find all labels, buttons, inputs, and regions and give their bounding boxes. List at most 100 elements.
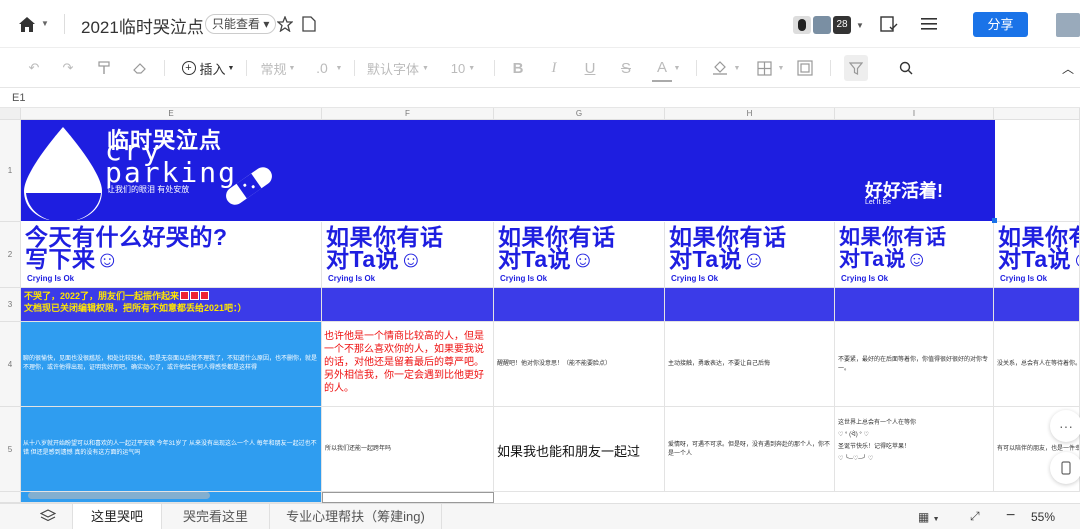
heading-line-2: 对Ta说☺ [839,248,928,271]
sheet-tab-3[interactable]: 专业心理帮扶（筹建ing) [270,504,442,529]
document-status-icon[interactable] [300,15,318,33]
column-header-f[interactable]: F [322,108,494,120]
insert-label: 插入 [199,61,226,77]
row-header-1[interactable]: 1 [0,120,21,222]
chevron-down-icon[interactable]: ▼ [672,48,682,88]
redo-icon[interactable]: ↷ [58,48,78,88]
more-options-button[interactable]: ··· [1050,410,1080,442]
collapse-toolbar-icon[interactable]: ︿ [1060,48,1076,88]
cell-h2[interactable]: 如果你有话 对Ta说☺ Crying Is Ok [665,222,835,288]
cell-f4[interactable]: 也许他是一个情商比较高的人，但是一个不那么喜欢你的人，如果要我说的话，对他还是留… [322,322,494,407]
chevron-down-icon[interactable]: ▼ [40,18,50,28]
cell-g5[interactable]: 如果我也能和朋友一起过 [494,407,665,492]
cell-h3[interactable] [665,288,835,322]
sheet-tab-2[interactable]: 哭完看这里 [162,504,270,529]
chevron-down-icon[interactable]: ▼ [776,48,786,88]
readonly-badge[interactable]: 只能查看 ▾ [205,14,277,34]
cell-e5[interactable]: 从十八岁就开始盼望可以和喜欢的人一起过平安夜 今年31岁了 从来没有出现这么一个… [21,407,322,492]
heading-subtitle: Crying Is Ok [27,274,75,283]
eraser-icon[interactable] [130,48,150,88]
column-header-g[interactable]: G [494,108,665,120]
row-header-6[interactable] [0,492,21,503]
row-header-5[interactable]: 5 [0,407,21,492]
cell-text: 聊的很愉快，见面也没很尴尬，相处比较轻松，但是无奈面以后就不理我了，不知道什么原… [23,356,318,371]
number-format-select[interactable]: 常规 ▼ [258,48,298,88]
row-header-2[interactable]: 2 [0,222,21,288]
heading-line-2: 对Ta说☺ [669,246,767,272]
italic-icon[interactable]: I [544,48,564,88]
avatar[interactable] [793,16,811,34]
fullscreen-icon[interactable]: ⤢ [970,509,986,525]
cell-i4[interactable]: 不要紧，最好的在后面等着你，你值得很好很好的对你专一。 [835,322,994,407]
cell-f2[interactable]: 如果你有话 对Ta说☺ Crying Is Ok [322,222,494,288]
selection-handle[interactable] [992,218,997,223]
cell-e4[interactable]: 聊的很愉快，见面也没很尴尬，相处比较轻松，但是无奈面以后就不理我了，不知道什么原… [21,322,322,407]
home-icon[interactable] [16,14,38,34]
undo-icon[interactable]: ↶ [24,48,44,88]
cell-g3[interactable] [494,288,665,322]
name-box[interactable]: E1 [0,88,1080,108]
column-header-j[interactable] [994,108,1080,120]
underline-icon[interactable]: U [580,48,600,88]
row-header-3[interactable]: 3 [0,288,21,322]
cell-f5[interactable]: 所以我们还能一起跨年吗 [322,407,494,492]
cell-g4[interactable]: 醒醒吧！他对你没意思！（能不能要脸点） [494,322,665,407]
star-icon[interactable] [276,15,294,33]
avatar[interactable] [813,16,831,34]
cell-j4[interactable]: 没关系，总会有人在等待着你。 [994,322,1080,407]
teardrop-icon [24,127,102,220]
menu-icon[interactable] [918,14,940,34]
strikethrough-icon[interactable]: S [616,48,636,88]
column-header-e[interactable]: E [21,108,322,120]
sheets-list-icon[interactable] [39,509,58,525]
share-button[interactable]: 分享 [973,12,1028,37]
divider [64,14,65,34]
cell-j2[interactable]: 如果你有话 对Ta说☺ Crying Is Ok [994,222,1080,288]
collaborator-count[interactable]: 28 [833,16,851,34]
cell-j1[interactable] [995,120,1080,222]
red-box-icon [180,291,190,300]
search-icon[interactable] [896,48,916,88]
spreadsheet-grid[interactable]: E F G H I 1 2 3 4 5 临时哭泣点 cry parking 让我… [0,108,1080,503]
column-header-h[interactable]: H [665,108,835,120]
chevron-down-icon[interactable]: ▼ [732,48,742,88]
zoom-out-icon[interactable]: − [1006,507,1018,525]
cell-j3[interactable] [994,288,1080,322]
fill-color-icon[interactable] [710,48,730,88]
text-color-icon[interactable]: A [652,54,672,82]
merge-cells-icon[interactable] [794,48,816,88]
border-icon[interactable] [754,48,774,88]
view-mode-icon[interactable]: ▦ ▼ [918,510,946,524]
filter-icon[interactable] [844,55,868,81]
document-title[interactable]: 2021临时哭泣点 [81,13,204,38]
horizontal-scrollbar[interactable] [28,492,210,499]
sheet-tab-1[interactable]: 这里哭吧 [72,504,162,529]
insert-button[interactable]: + 插入 ▼ [180,48,236,88]
font-size-select[interactable]: 10 ▼ [446,48,480,88]
task-icon[interactable] [878,14,900,34]
cell-g2[interactable]: 如果你有话 对Ta说☺ Crying Is Ok [494,222,665,288]
row-header-4[interactable]: 4 [0,322,21,407]
decimal-button[interactable]: .0 [310,48,334,88]
cell-i2[interactable]: 如果你有话 对Ta说☺ Crying Is Ok [835,222,994,288]
user-avatar[interactable] [1056,13,1080,37]
cell-h4[interactable]: 主动接触，勇敢表达，不要让自己后悔 [665,322,835,407]
cell-e3[interactable]: 不哭了，2022了，朋友们一起振作起来 文档现已关闭编辑权限，把所有不如意都丢给… [21,288,322,322]
cell-i3[interactable] [835,288,994,322]
red-box-icon [190,291,200,300]
mobile-view-button[interactable] [1050,452,1080,484]
chevron-down-icon[interactable]: ▼ [855,20,865,30]
chevron-down-icon[interactable]: ▼ [334,48,344,88]
column-header-i[interactable]: I [835,108,994,120]
select-all-corner[interactable] [0,108,21,120]
zoom-level[interactable]: 55% [1031,510,1055,524]
format-painter-icon[interactable] [94,48,114,88]
font-family-select[interactable]: 默认字体 ▼ [366,48,430,88]
cell-text: 主动接触，勇敢表达，不要让自己后悔 [668,361,771,367]
cell-f3[interactable] [322,288,494,322]
cell-e2[interactable]: 今天有什么好哭的? 写下来☺ Crying Is Ok [21,222,322,288]
cell-h5[interactable]: 爱情呀，可遇不可求。但是呀，没有遇到奔赴的那个人，你不是一个人 [665,407,835,492]
cell-i5[interactable]: 这世界上总会有一个人在等你 ♡ ° (ᐛ) ° ♡ 圣诞节快乐！记得吃苹果！ ♡… [835,407,994,492]
cell-f6[interactable] [322,492,494,503]
bold-icon[interactable]: B [508,48,528,88]
